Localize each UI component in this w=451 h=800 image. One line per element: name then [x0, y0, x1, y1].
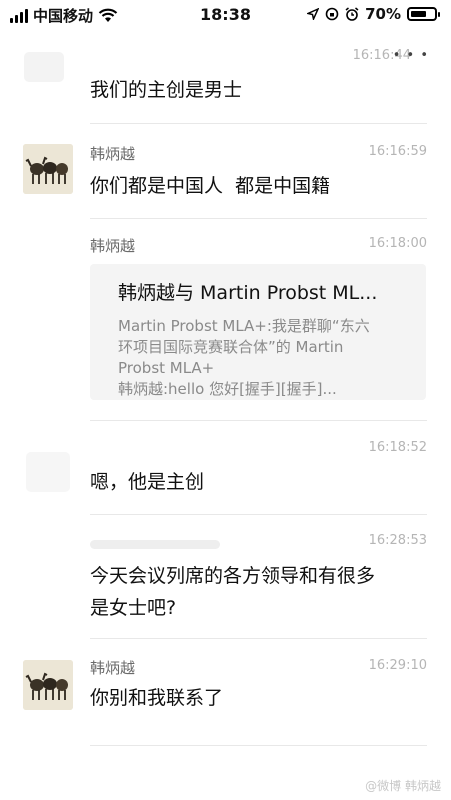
message-timestamp: 16:18:00: [368, 236, 427, 251]
blurred-avatar: [24, 52, 64, 82]
message-text: 我们的主创是男士: [90, 79, 243, 101]
card-line: 环项目国际竞赛联合体”的 Martin: [118, 338, 344, 356]
watermark: @微博 韩炳越: [365, 779, 441, 793]
status-bar: 中国移动 18:38 70%: [0, 0, 451, 32]
message-text: 嗯，他是主创: [90, 471, 205, 493]
message-divider: [90, 123, 427, 124]
message-text: 你们都是中国人 都是中国籍: [90, 175, 331, 197]
message-text: 你别和我联系了: [90, 687, 224, 709]
battery-percent: 70%: [365, 5, 401, 23]
message-timestamp: 16:16:59: [368, 144, 427, 159]
message-timestamp: 16:28:53: [368, 533, 427, 548]
avatar[interactable]: [23, 144, 73, 194]
battery-icon: [407, 7, 440, 21]
battery-level: [411, 11, 427, 17]
chat-history-card[interactable]: 韩炳越与 Martin Probst ML... Martin Probst M…: [90, 264, 426, 400]
message-divider: [90, 638, 427, 639]
sender-name: 韩炳越: [90, 659, 136, 677]
card-line: Martin Probst MLA+:我是群聊“东六: [118, 317, 370, 335]
orientation-lock-icon: [325, 7, 339, 21]
card-body: Martin Probst MLA+:我是群聊“东六 环项目国际竞赛联合体”的 …: [118, 316, 418, 400]
camel-painting-icon: [23, 660, 73, 710]
message-text: 今天会议列席的各方领导和有很多 是女士吧?: [90, 560, 375, 624]
sender-name: 韩炳越: [90, 145, 136, 163]
blurred-avatar: [26, 452, 70, 492]
message-timestamp: 16:18:52: [368, 440, 427, 455]
card-line: Probst MLA+: [118, 359, 215, 377]
message-line: 今天会议列席的各方领导和有很多: [90, 565, 376, 587]
avatar[interactable]: [23, 660, 73, 710]
status-right: 70%: [307, 5, 440, 23]
message-divider: [90, 420, 427, 421]
alarm-icon: [345, 7, 359, 21]
card-title: 韩炳越与 Martin Probst ML...: [118, 282, 378, 304]
location-arrow-icon: [307, 8, 320, 20]
card-line: 韩炳越:hello 您好[握手][握手]...: [118, 380, 337, 398]
message-divider: [90, 745, 427, 746]
message-divider: [90, 218, 427, 219]
message-divider: [90, 514, 427, 515]
blurred-sender-name: [90, 540, 220, 549]
sender-name: 韩炳越: [90, 237, 136, 255]
camel-painting-icon: [23, 144, 73, 194]
message-timestamp: 16:29:10: [368, 658, 427, 673]
more-dots-icon: • • •: [392, 48, 429, 63]
message-line: 是女士吧?: [90, 597, 177, 619]
